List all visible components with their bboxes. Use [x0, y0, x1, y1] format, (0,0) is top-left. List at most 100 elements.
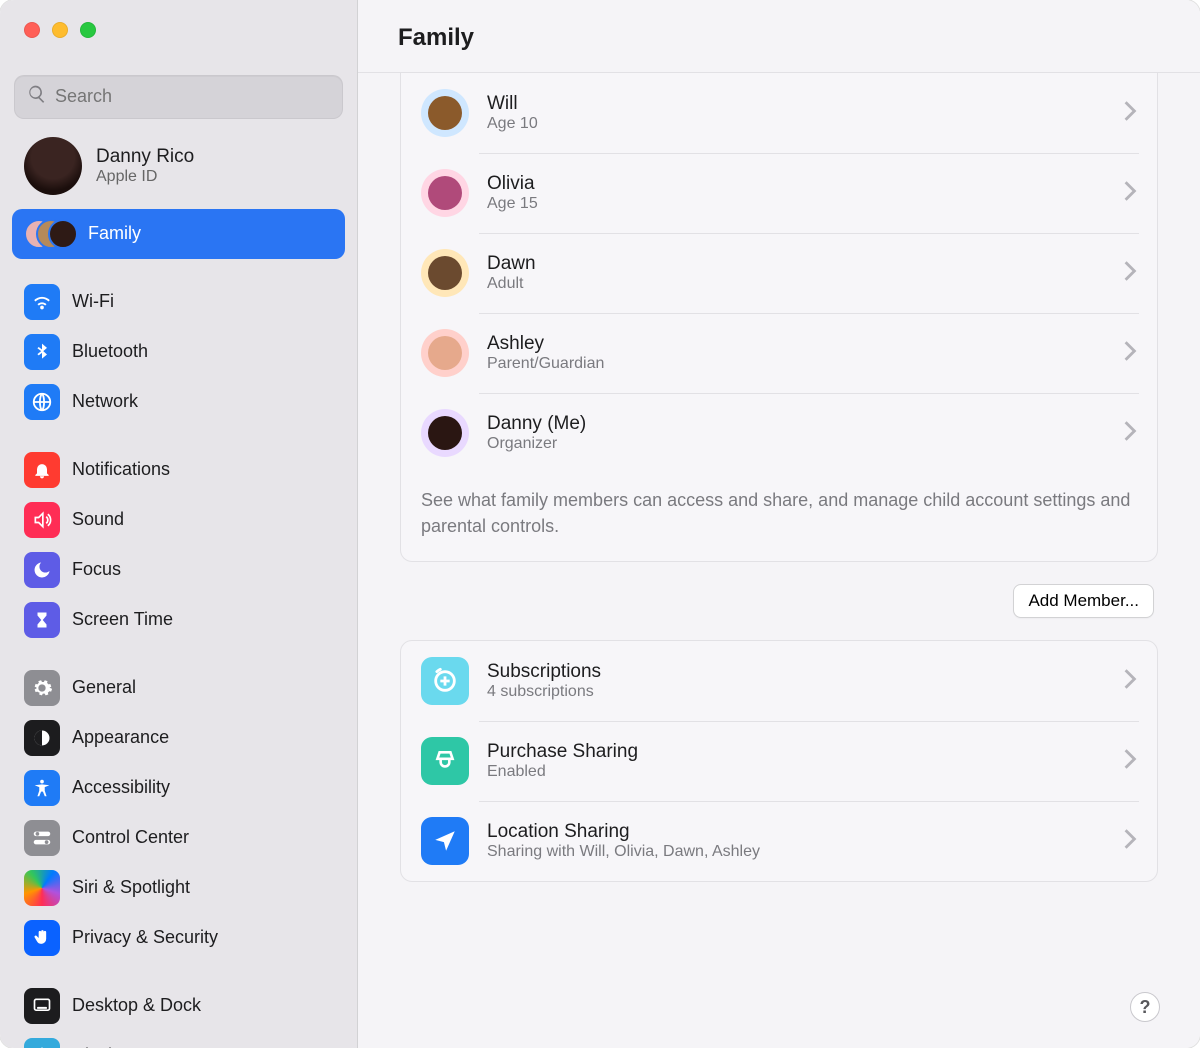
settings-window: Danny Rico Apple ID Family Wi-Fi — [0, 0, 1200, 1048]
hand-icon — [24, 920, 60, 956]
network-icon — [24, 384, 60, 420]
member-row[interactable]: Danny (Me)Organizer — [401, 393, 1157, 473]
sidebar-item-network[interactable]: Network — [12, 377, 345, 427]
member-avatar — [421, 249, 469, 297]
feature-location-sharing[interactable]: Location Sharing Sharing with Will, Oliv… — [401, 801, 1157, 881]
chevron-right-icon — [1123, 748, 1137, 775]
member-name: Dawn — [487, 253, 1105, 275]
member-role: Parent/Guardian — [487, 355, 1105, 373]
bluetooth-icon — [24, 334, 60, 370]
sidebar-item-controlcenter[interactable]: Control Center — [12, 813, 345, 863]
sidebar-item-general[interactable]: General — [12, 663, 345, 713]
hourglass-icon — [24, 602, 60, 638]
sidebar-item-label: Focus — [72, 559, 121, 580]
member-row[interactable]: DawnAdult — [401, 233, 1157, 313]
member-row[interactable]: WillAge 10 — [401, 73, 1157, 153]
member-avatar — [421, 409, 469, 457]
main-panel: Family WillAge 10OliviaAge 15DawnAdultAs… — [358, 0, 1200, 1048]
sidebar-item-label: Wi-Fi — [72, 291, 114, 312]
member-avatar — [421, 169, 469, 217]
chevron-right-icon — [1123, 340, 1137, 367]
location-icon — [421, 817, 469, 865]
chevron-right-icon — [1123, 668, 1137, 695]
purchase-icon — [421, 737, 469, 785]
feature-sub: Enabled — [487, 763, 1105, 781]
sound-icon — [24, 502, 60, 538]
sidebar-item-desktop[interactable]: Desktop & Dock — [12, 981, 345, 1031]
sidebar-item-family[interactable]: Family — [12, 209, 345, 259]
sidebar-item-wifi[interactable]: Wi-Fi — [12, 277, 345, 327]
member-name: Danny (Me) — [487, 413, 1105, 435]
member-name: Ashley — [487, 333, 1105, 355]
close-icon[interactable] — [24, 22, 40, 38]
members-card: WillAge 10OliviaAge 15DawnAdultAshleyPar… — [400, 73, 1158, 562]
chevron-right-icon — [1123, 100, 1137, 127]
search-field[interactable] — [14, 75, 343, 119]
member-role: Adult — [487, 275, 1105, 293]
moon-icon — [24, 552, 60, 588]
account-row[interactable]: Danny Rico Apple ID — [0, 129, 357, 209]
page-title: Family — [358, 0, 1200, 73]
sidebar-item-bluetooth[interactable]: Bluetooth — [12, 327, 345, 377]
sidebar-item-appearance[interactable]: Appearance — [12, 713, 345, 763]
feature-sub: Sharing with Will, Olivia, Dawn, Ashley — [487, 843, 1105, 861]
sidebar-item-accessibility[interactable]: Accessibility — [12, 763, 345, 813]
sidebar-item-label: Sound — [72, 509, 124, 530]
sidebar-item-screentime[interactable]: Screen Time — [12, 595, 345, 645]
member-name: Olivia — [487, 173, 1105, 195]
chevron-right-icon — [1123, 420, 1137, 447]
feature-title: Location Sharing — [487, 821, 1105, 843]
features-card: Subscriptions 4 subscriptions Purchase S… — [400, 640, 1158, 882]
member-row[interactable]: OliviaAge 15 — [401, 153, 1157, 233]
sidebar-item-label: Bluetooth — [72, 341, 148, 362]
feature-sub: 4 subscriptions — [487, 683, 1105, 701]
member-name: Will — [487, 93, 1105, 115]
member-avatar — [421, 89, 469, 137]
feature-subscriptions[interactable]: Subscriptions 4 subscriptions — [401, 641, 1157, 721]
subscriptions-icon — [421, 657, 469, 705]
sidebar-item-label: Appearance — [72, 727, 169, 748]
window-controls — [0, 0, 357, 57]
dock-icon — [24, 988, 60, 1024]
avatar — [24, 137, 82, 195]
zoom-icon[interactable] — [80, 22, 96, 38]
sidebar-item-label: Notifications — [72, 459, 170, 480]
family-icon — [24, 216, 76, 252]
member-role: Age 10 — [487, 115, 1105, 133]
sidebar-item-focus[interactable]: Focus — [12, 545, 345, 595]
accessibility-icon — [24, 770, 60, 806]
sidebar-item-label: Siri & Spotlight — [72, 877, 190, 898]
sidebar-item-label: Control Center — [72, 827, 189, 848]
sidebar-item-label: Screen Time — [72, 609, 173, 630]
chevron-right-icon — [1123, 828, 1137, 855]
sidebar-item-sound[interactable]: Sound — [12, 495, 345, 545]
sidebar-item-label: Network — [72, 391, 138, 412]
member-role: Organizer — [487, 435, 1105, 453]
sidebar-item-privacy[interactable]: Privacy & Security — [12, 913, 345, 963]
wifi-icon — [24, 284, 60, 320]
member-avatar — [421, 329, 469, 377]
gear-icon — [24, 670, 60, 706]
account-name: Danny Rico — [96, 146, 194, 168]
sidebar-item-displays[interactable]: Displays — [12, 1031, 345, 1048]
sidebar-item-siri[interactable]: Siri & Spotlight — [12, 863, 345, 913]
feature-purchase-sharing[interactable]: Purchase Sharing Enabled — [401, 721, 1157, 801]
search-input[interactable] — [55, 86, 330, 107]
siri-icon — [24, 870, 60, 906]
sidebar-nav: Family Wi-Fi Bluetooth Network — [0, 209, 357, 1048]
sidebar-item-label: Family — [88, 223, 141, 244]
sidebar-item-notifications[interactable]: Notifications — [12, 445, 345, 495]
sidebar-item-label: Accessibility — [72, 777, 170, 798]
account-sub: Apple ID — [96, 168, 194, 186]
chevron-right-icon — [1123, 180, 1137, 207]
member-role: Age 15 — [487, 195, 1105, 213]
sidebar-item-label: Desktop & Dock — [72, 995, 201, 1016]
members-note: See what family members can access and s… — [401, 473, 1157, 561]
minimize-icon[interactable] — [52, 22, 68, 38]
help-button[interactable]: ? — [1130, 992, 1160, 1022]
add-member-button[interactable]: Add Member... — [1013, 584, 1154, 618]
bell-icon — [24, 452, 60, 488]
sidebar-item-label: General — [72, 677, 136, 698]
switches-icon — [24, 820, 60, 856]
member-row[interactable]: AshleyParent/Guardian — [401, 313, 1157, 393]
